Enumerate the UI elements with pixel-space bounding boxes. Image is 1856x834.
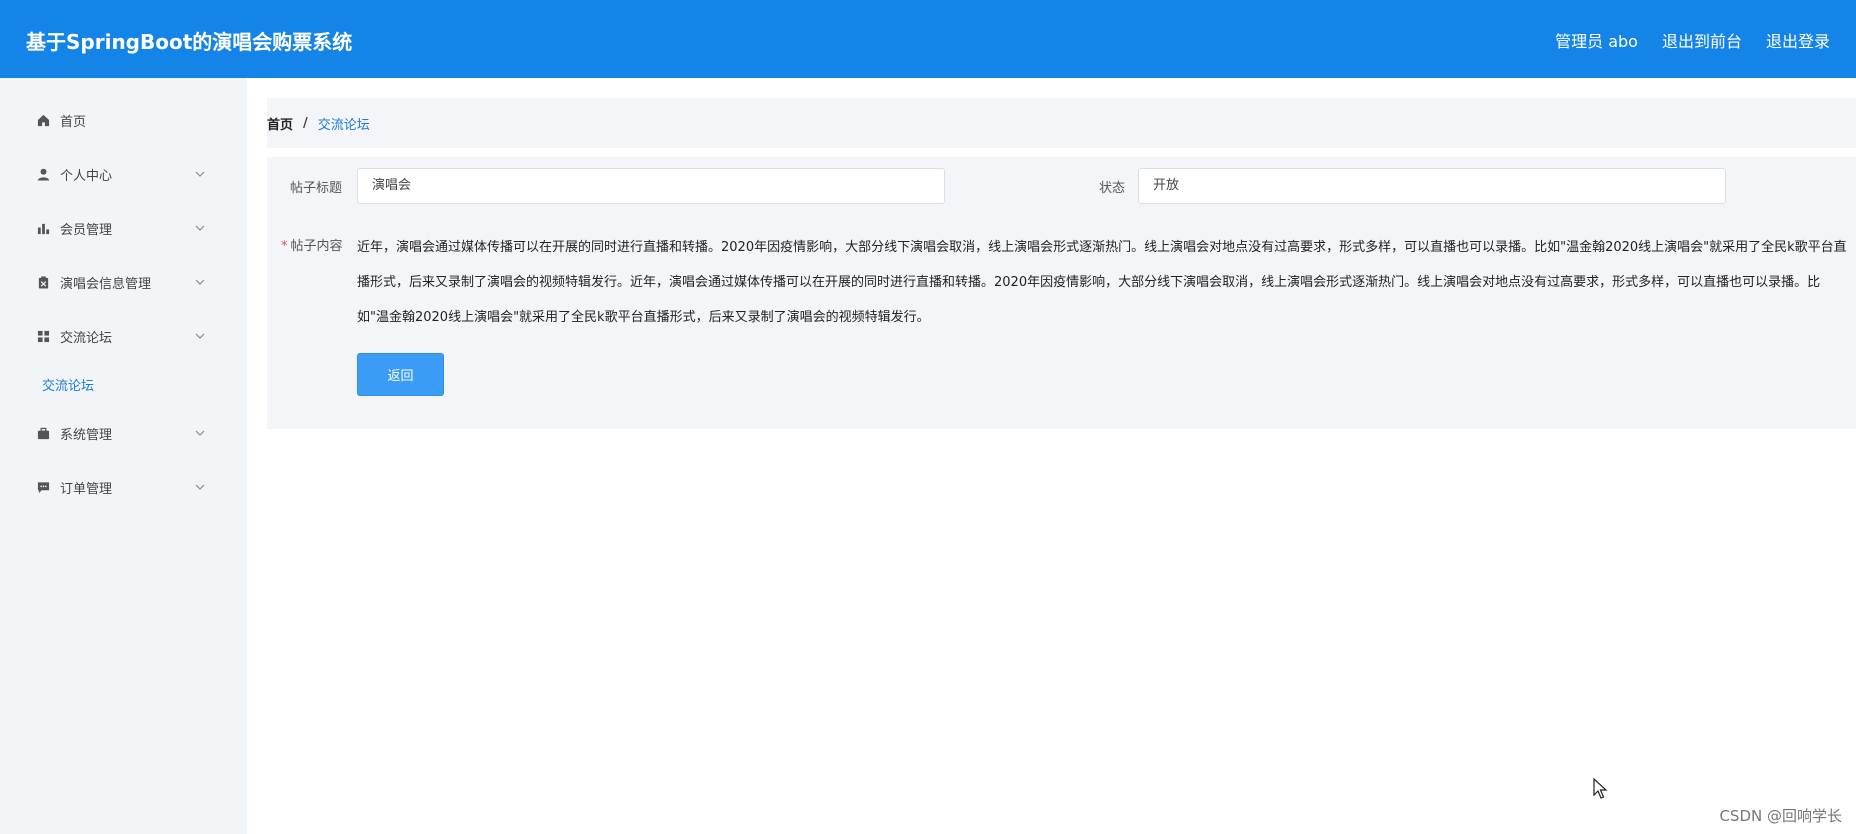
- sidebar-item-label: 订单管理: [60, 481, 113, 497]
- chevron-down-icon: [195, 225, 205, 231]
- clipboard-icon: [36, 275, 50, 289]
- breadcrumb-home[interactable]: 首页: [267, 114, 293, 133]
- post-title-input[interactable]: 演唱会: [357, 168, 945, 204]
- sidebar-subitem-forum[interactable]: 交流论坛: [42, 375, 94, 394]
- grid-icon: [36, 329, 50, 343]
- sidebar-item-label: 系统管理: [60, 427, 113, 443]
- app-title: 基于SpringBoot的演唱会购票系统: [26, 30, 353, 54]
- sidebar-item-order-management[interactable]: 订单管理: [0, 467, 247, 507]
- sidebar-item-forum[interactable]: 交流论坛: [0, 316, 247, 356]
- sidebar-item-label: 演唱会信息管理: [60, 276, 152, 292]
- sidebar-item-personal-center[interactable]: 个人中心: [0, 154, 247, 194]
- header-actions: 管理员 abo 退出到前台 退出登录: [1555, 28, 1830, 52]
- breadcrumb-separator: /: [303, 115, 308, 131]
- chevron-down-icon: [195, 279, 205, 285]
- admin-user-label[interactable]: 管理员 abo: [1555, 28, 1638, 52]
- chevron-down-icon: [195, 430, 205, 436]
- sidebar-item-concert-info-management[interactable]: 演唱会信息管理: [0, 262, 247, 302]
- bar-chart-icon: [36, 221, 50, 235]
- status-input[interactable]: 开放: [1138, 168, 1726, 204]
- breadcrumb-current: 交流论坛: [317, 117, 370, 133]
- exit-to-frontend-link[interactable]: 退出到前台: [1662, 28, 1742, 52]
- top-header: 基于SpringBoot的演唱会购票系统 管理员 abo 退出到前台 退出登录: [0, 0, 1856, 78]
- post-content-label-text: 帖子内容: [290, 239, 343, 254]
- post-content-label: * 帖子内容: [281, 235, 343, 254]
- status-label: 状态: [1099, 181, 1126, 196]
- breadcrumb: 首页 / 交流论坛: [267, 98, 1856, 148]
- chevron-down-icon: [195, 484, 205, 490]
- sidebar-item-label: 会员管理: [60, 222, 113, 238]
- sidebar-item-label: 交流论坛: [60, 330, 113, 346]
- sidebar-item-home[interactable]: 首页: [0, 100, 247, 140]
- user-icon: [36, 167, 50, 181]
- post-content-text: 近年，演唱会通过媒体传播可以在开展的同时进行直播和转播。2020年因疫情影响，大…: [357, 240, 1847, 325]
- back-button[interactable]: 返回: [357, 353, 444, 396]
- watermark: CSDN @回响学长: [1719, 807, 1842, 825]
- chevron-down-icon: [195, 171, 205, 177]
- chevron-down-icon: [195, 333, 205, 339]
- home-icon: [36, 113, 50, 127]
- message-icon: [36, 480, 50, 494]
- sidebar-item-label: 首页: [60, 114, 87, 130]
- logout-link[interactable]: 退出登录: [1766, 28, 1830, 52]
- sidebar: 首页 个人中心 会员管理 演唱会信息管理 交流论坛 交流论坛 系统管理 订单管理: [0, 78, 247, 834]
- briefcase-icon: [36, 426, 50, 440]
- mouse-cursor-icon: [1593, 778, 1608, 799]
- post-title-label: 帖子标题: [290, 181, 343, 196]
- sidebar-item-system-management[interactable]: 系统管理: [0, 413, 247, 453]
- sidebar-item-label: 个人中心: [60, 168, 113, 184]
- required-mark: *: [281, 239, 288, 254]
- sidebar-item-member-management[interactable]: 会员管理: [0, 208, 247, 248]
